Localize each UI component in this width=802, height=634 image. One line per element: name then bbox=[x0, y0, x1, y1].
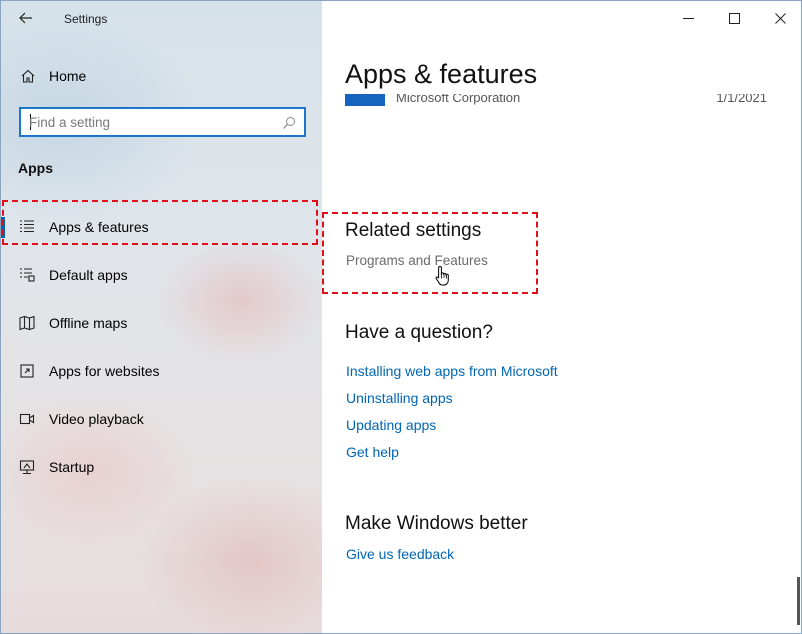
sidebar-item-startup[interactable]: Startup bbox=[1, 443, 322, 491]
video-playback-icon bbox=[18, 410, 36, 428]
sidebar-item-offline-maps[interactable]: Offline maps bbox=[1, 299, 322, 347]
search-icon[interactable] bbox=[280, 114, 298, 132]
sidebar-section-heading: Apps bbox=[18, 160, 53, 176]
help-link-uninstalling-apps[interactable]: Uninstalling apps bbox=[346, 390, 453, 406]
scrollbar-thumb[interactable] bbox=[797, 577, 800, 625]
offline-maps-icon bbox=[18, 314, 36, 332]
page-title: Apps & features bbox=[345, 59, 538, 89]
maximize-icon bbox=[728, 12, 740, 24]
programs-and-features-link[interactable]: Programs and Features bbox=[346, 253, 488, 268]
sidebar-item-default-apps[interactable]: Default apps bbox=[1, 251, 322, 299]
minimize-button[interactable] bbox=[665, 1, 711, 35]
back-arrow-icon bbox=[19, 12, 32, 24]
search-box[interactable] bbox=[19, 107, 306, 137]
maximize-button[interactable] bbox=[711, 1, 757, 35]
annotation-highlight-apps-features bbox=[2, 200, 318, 245]
related-settings-heading: Related settings bbox=[345, 220, 482, 241]
sidebar-item-label: Video playback bbox=[49, 411, 144, 427]
hand-cursor-icon bbox=[435, 265, 449, 286]
sidebar: Settings Home Apps Apps & features bbox=[1, 1, 322, 633]
sidebar-item-label: Default apps bbox=[49, 267, 128, 283]
give-feedback-link[interactable]: Give us feedback bbox=[346, 546, 454, 562]
help-link-get-help[interactable]: Get help bbox=[346, 444, 399, 460]
sidebar-item-label: Startup bbox=[49, 459, 95, 475]
sidebar-item-label: Offline maps bbox=[49, 315, 128, 331]
close-button[interactable] bbox=[757, 1, 801, 35]
sidebar-item-video-playback[interactable]: Video playback bbox=[1, 395, 322, 443]
window-controls bbox=[665, 1, 801, 35]
window-title: Settings bbox=[64, 12, 108, 26]
help-link-install-web-apps[interactable]: Installing web apps from Microsoft bbox=[346, 363, 558, 379]
nav-home[interactable]: Home bbox=[1, 61, 322, 91]
help-link-updating-apps[interactable]: Updating apps bbox=[346, 417, 436, 433]
sidebar-nav-list: Apps & features Default apps Offline map… bbox=[1, 203, 322, 491]
sidebar-item-apps-for-websites[interactable]: Apps for websites bbox=[1, 347, 322, 395]
settings-window: Settings Home Apps Apps & features bbox=[0, 0, 802, 634]
startup-icon bbox=[18, 458, 36, 476]
close-icon bbox=[774, 12, 786, 24]
nav-home-label: Home bbox=[49, 68, 87, 84]
main-content: Microsoft Corporation 1/1/2021 Apps & fe… bbox=[322, 1, 801, 633]
question-heading: Have a question? bbox=[345, 322, 493, 343]
home-icon bbox=[19, 67, 37, 85]
sidebar-item-label: Apps for websites bbox=[49, 363, 160, 379]
make-windows-better-heading: Make Windows better bbox=[345, 513, 528, 534]
minimize-icon bbox=[682, 17, 694, 19]
apps-for-websites-icon bbox=[18, 362, 36, 380]
default-apps-icon bbox=[18, 266, 36, 284]
search-input[interactable] bbox=[29, 113, 279, 131]
back-button[interactable] bbox=[13, 7, 39, 29]
